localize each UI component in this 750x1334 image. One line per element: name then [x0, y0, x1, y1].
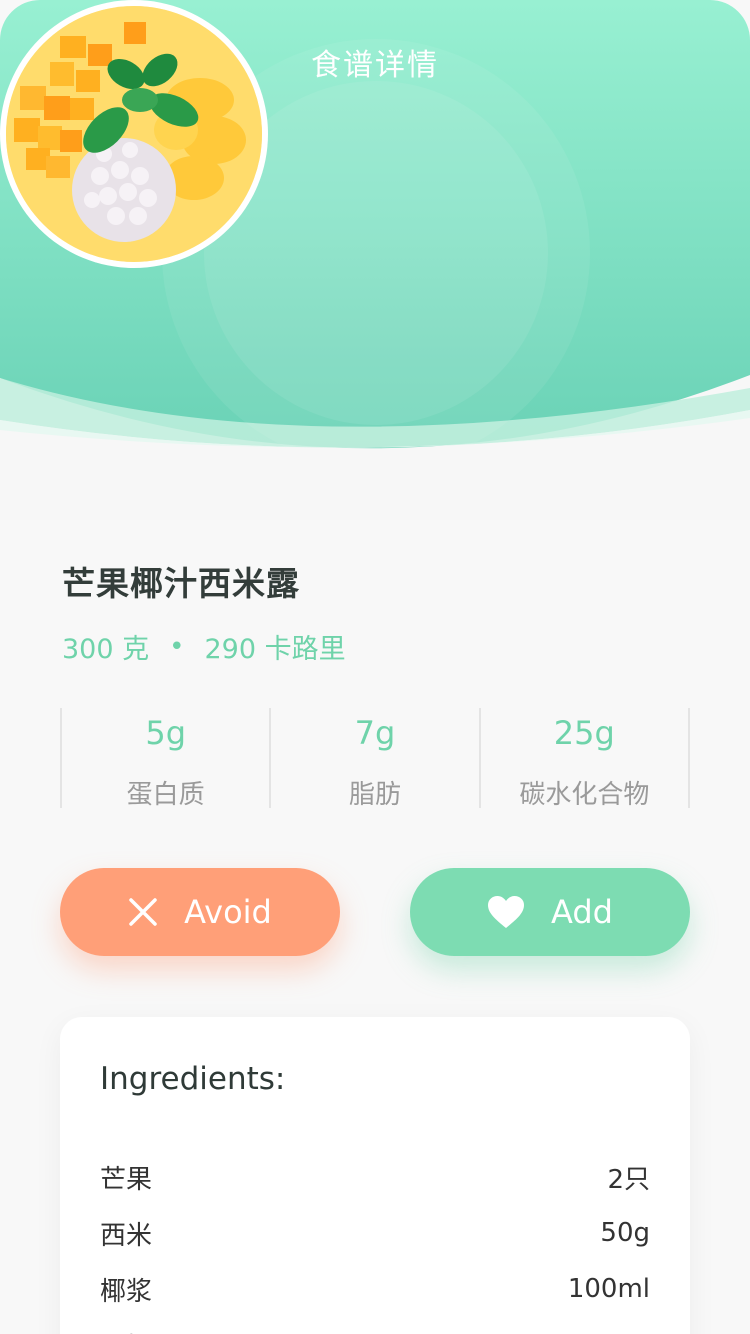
nutrient-label: 脂肪	[348, 780, 401, 810]
ingredient-name: 淡奶	[100, 1327, 152, 1334]
ingredient-amount: 50g	[600, 1218, 650, 1248]
recipe-weight: 300 克	[62, 634, 150, 665]
ingredient-amount: 100ml	[567, 1274, 650, 1304]
avoid-button-label: Avoid	[184, 893, 272, 931]
ingredient-row: 西米 50g	[100, 1205, 650, 1261]
ingredients-card: Ingredients: 芒果 2只 西米 50g 椰浆 100ml 淡奶 适量	[60, 1017, 690, 1334]
nutrient-value: 7g	[354, 714, 396, 752]
heart-icon	[487, 895, 525, 929]
ingredient-name: 芒果	[100, 1164, 153, 1195]
nutrient-protein: 5g 蛋白质	[60, 708, 269, 810]
ingredient-row: 芒果 2只	[100, 1149, 650, 1205]
close-icon	[128, 897, 158, 927]
nutrient-carbs: 25g 碳水化合物	[478, 708, 690, 810]
ingredient-name: 西米	[100, 1220, 153, 1251]
add-button-label: Add	[551, 893, 613, 931]
ingredients-title: Ingredients:	[100, 1061, 286, 1097]
ingredient-name: 椰浆	[100, 1276, 153, 1307]
nutrient-summary: 5g 蛋白质 7g 脂肪 25g 碳水化合物	[60, 708, 690, 810]
recipe-name: 芒果椰汁西米露	[62, 564, 300, 603]
ingredient-row: 淡奶 适量	[100, 1317, 650, 1334]
ingredient-list: 芒果 2只 西米 50g 椰浆 100ml 淡奶 适量	[100, 1149, 650, 1334]
nutrient-value: 25g	[553, 714, 615, 752]
nutrient-fat: 7g 脂肪	[269, 708, 478, 810]
meta-separator: •	[169, 631, 185, 662]
add-button[interactable]: Add	[410, 868, 690, 956]
nutrient-label: 碳水化合物	[519, 780, 650, 810]
dish-image	[0, 0, 268, 268]
hero-header: 食谱详情	[0, 0, 750, 520]
recipe-meta: 300 克 • 290 卡路里	[62, 627, 346, 666]
ingredient-row: 椰浆 100ml	[100, 1261, 650, 1317]
nutrient-value: 5g	[145, 714, 186, 752]
ingredient-amount: 适量	[598, 1327, 650, 1334]
recipe-calories: 290 卡路里	[204, 634, 346, 665]
nutrient-label: 蛋白质	[126, 780, 205, 810]
ingredient-amount: 2只	[607, 1164, 650, 1195]
avoid-button[interactable]: Avoid	[60, 868, 340, 956]
